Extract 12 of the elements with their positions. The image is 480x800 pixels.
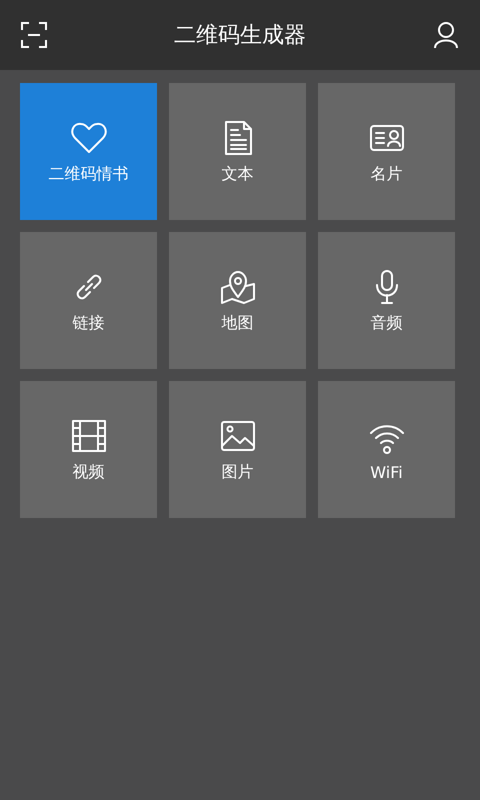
category-tile[interactable]: 二维码情书 bbox=[20, 83, 157, 220]
category-tile[interactable]: 名片 bbox=[318, 83, 455, 220]
category-tile[interactable]: 链接 bbox=[20, 232, 157, 369]
category-tile[interactable]: 文本 bbox=[169, 83, 306, 220]
category-tile[interactable]: 视频 bbox=[20, 381, 157, 518]
category-tile[interactable]: 地图 bbox=[169, 232, 306, 369]
category-tile[interactable]: 图片 bbox=[169, 381, 306, 518]
category-tile[interactable]: 音频 bbox=[318, 232, 455, 369]
user-icon[interactable] bbox=[432, 21, 460, 49]
scan-icon[interactable] bbox=[20, 21, 48, 49]
app-title: 二维码生成器 bbox=[174, 22, 306, 50]
category-tile[interactable]: WiFi bbox=[318, 381, 455, 518]
